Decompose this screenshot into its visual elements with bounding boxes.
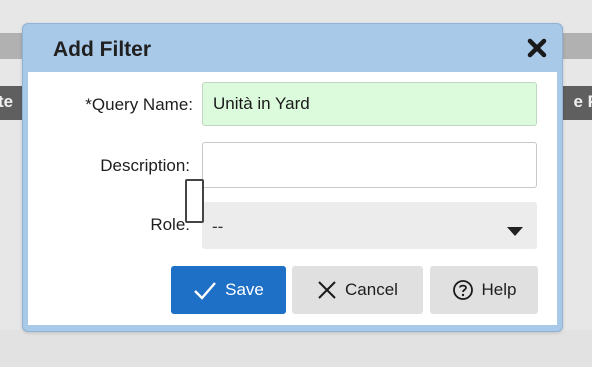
close-icon xyxy=(527,38,547,58)
dropdown-arrow-icon xyxy=(507,222,523,242)
cancel-button[interactable]: Cancel xyxy=(292,266,423,314)
query-name-label: *Query Name: xyxy=(85,95,193,114)
description-input[interactable] xyxy=(202,142,537,188)
help-circle-icon xyxy=(452,279,474,301)
background-text-right: e F xyxy=(573,92,592,111)
role-select[interactable]: -- xyxy=(202,202,537,249)
role-label: Role: xyxy=(150,215,190,234)
x-icon xyxy=(317,280,337,300)
role-select-value: -- xyxy=(212,217,224,236)
help-button-label: Help xyxy=(481,280,517,299)
save-button-label: Save xyxy=(225,280,264,299)
query-name-input[interactable] xyxy=(202,82,537,126)
background-text-left: te xyxy=(0,92,14,111)
description-label: Description: xyxy=(100,156,190,175)
checkmark-icon xyxy=(193,280,217,300)
add-filter-dialog: Add Filter *Query Name: Description: Rol… xyxy=(22,23,563,332)
help-button[interactable]: Help xyxy=(430,266,538,314)
cancel-button-label: Cancel xyxy=(345,280,398,299)
dialog-body: *Query Name: Description: Role: -- Save … xyxy=(28,72,557,325)
background-lower xyxy=(0,330,592,367)
save-button[interactable]: Save xyxy=(171,266,286,314)
dialog-title: Add Filter xyxy=(53,38,151,61)
text-cursor-icon xyxy=(185,179,204,223)
close-button[interactable] xyxy=(524,35,550,61)
